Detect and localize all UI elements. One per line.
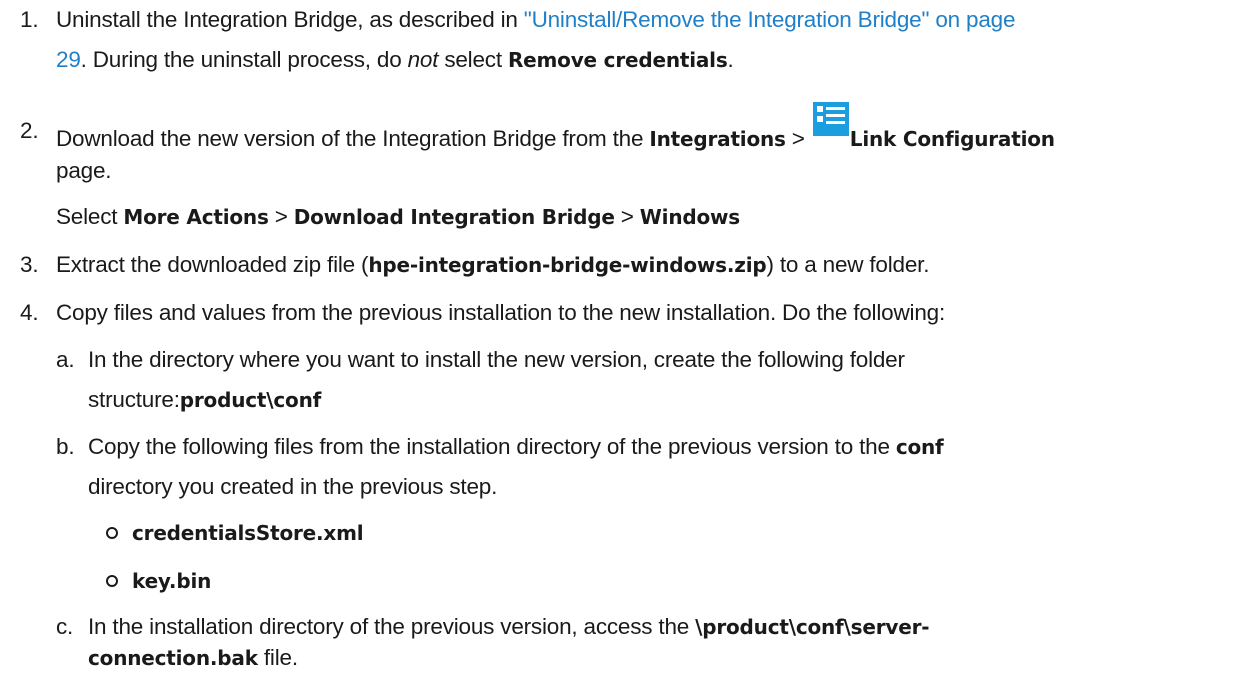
- step-number: 2.: [20, 118, 39, 143]
- file-credentials-store: credentialsStore.xml: [132, 521, 364, 545]
- step-3-text: Extract the downloaded zip file (: [56, 252, 369, 277]
- more-actions-label: More Actions: [123, 205, 269, 229]
- step-number: 3.: [20, 252, 39, 277]
- step-2-text: Download the new version of the Integrat…: [56, 126, 650, 151]
- folder-structure-path: product\conf: [179, 388, 322, 412]
- step-1-line-1: Uninstall the Integration Bridge, as des…: [56, 5, 1015, 35]
- bullet-icon: [106, 575, 118, 587]
- integrations-label: Integrations: [649, 127, 786, 151]
- substep-a-line-1: In the directory where you want to insta…: [88, 347, 905, 372]
- step-2-line-2: page.: [56, 158, 112, 183]
- step-1-period: .: [727, 47, 734, 72]
- step-1-text: Uninstall the Integration Bridge, as des…: [56, 7, 524, 32]
- conf-directory-label: conf: [895, 435, 944, 459]
- substep-c-text: In the installation directory of the pre…: [88, 614, 696, 639]
- bullet-icon: [106, 527, 118, 539]
- step-1-text-2: . During the uninstall process, do: [80, 47, 408, 72]
- link-configuration-icon: [812, 102, 849, 136]
- step-1-text-3: select: [438, 47, 508, 72]
- download-integration-bridge-label: Download Integration Bridge: [293, 205, 615, 229]
- substep-a-line-2: structure:product\conf: [88, 385, 321, 415]
- file-key-bin: key.bin: [132, 569, 212, 593]
- separator: >: [785, 126, 811, 151]
- substep-letter: b.: [56, 434, 75, 459]
- page-number-link[interactable]: 29: [56, 47, 81, 72]
- step-3-text-end: ) to a new folder.: [766, 252, 930, 277]
- step-number: 1.: [20, 7, 39, 32]
- step-3-line: Extract the downloaded zip file (hpe-int…: [56, 250, 929, 280]
- separator: >: [614, 204, 640, 229]
- server-connection-path: \product\conf\server-: [695, 615, 930, 639]
- step-number: 4.: [20, 300, 39, 325]
- server-connection-file: connection.bak: [88, 646, 258, 670]
- select-text: Select: [56, 204, 124, 229]
- file-suffix-text: file.: [257, 645, 298, 670]
- substep-b-line-2: directory you created in the previous st…: [88, 474, 498, 499]
- substep-letter: c.: [56, 614, 74, 639]
- emphasis-not: not: [407, 47, 439, 72]
- substep-b-line-1: Copy the following files from the instal…: [88, 432, 944, 462]
- step-2-select-line: Select More Actions > Download Integrati…: [56, 202, 740, 232]
- substep-c-line-2: connection.bak file.: [88, 643, 298, 673]
- structure-text: structure:: [88, 387, 180, 412]
- remove-credentials-label: Remove credentials: [507, 48, 728, 72]
- substep-letter: a.: [56, 347, 75, 372]
- substep-b-text: Copy the following files from the instal…: [88, 434, 896, 459]
- separator: >: [268, 204, 294, 229]
- step-4-line: Copy files and values from the previous …: [56, 300, 945, 325]
- link-configuration-label: Link Configuration: [849, 127, 1055, 151]
- document-page: 1. Uninstall the Integration Bridge, as …: [0, 0, 1250, 676]
- step-2-line-1: Download the new version of the Integrat…: [56, 102, 1055, 154]
- substep-c-line-1: In the installation directory of the pre…: [88, 612, 930, 642]
- zip-filename: hpe-integration-bridge-windows.zip: [368, 253, 767, 277]
- uninstall-bridge-link[interactable]: "Uninstall/Remove the Integration Bridge…: [524, 7, 1016, 32]
- step-1-line-2: 29. During the uninstall process, do not…: [56, 45, 734, 75]
- windows-label: Windows: [639, 205, 740, 229]
